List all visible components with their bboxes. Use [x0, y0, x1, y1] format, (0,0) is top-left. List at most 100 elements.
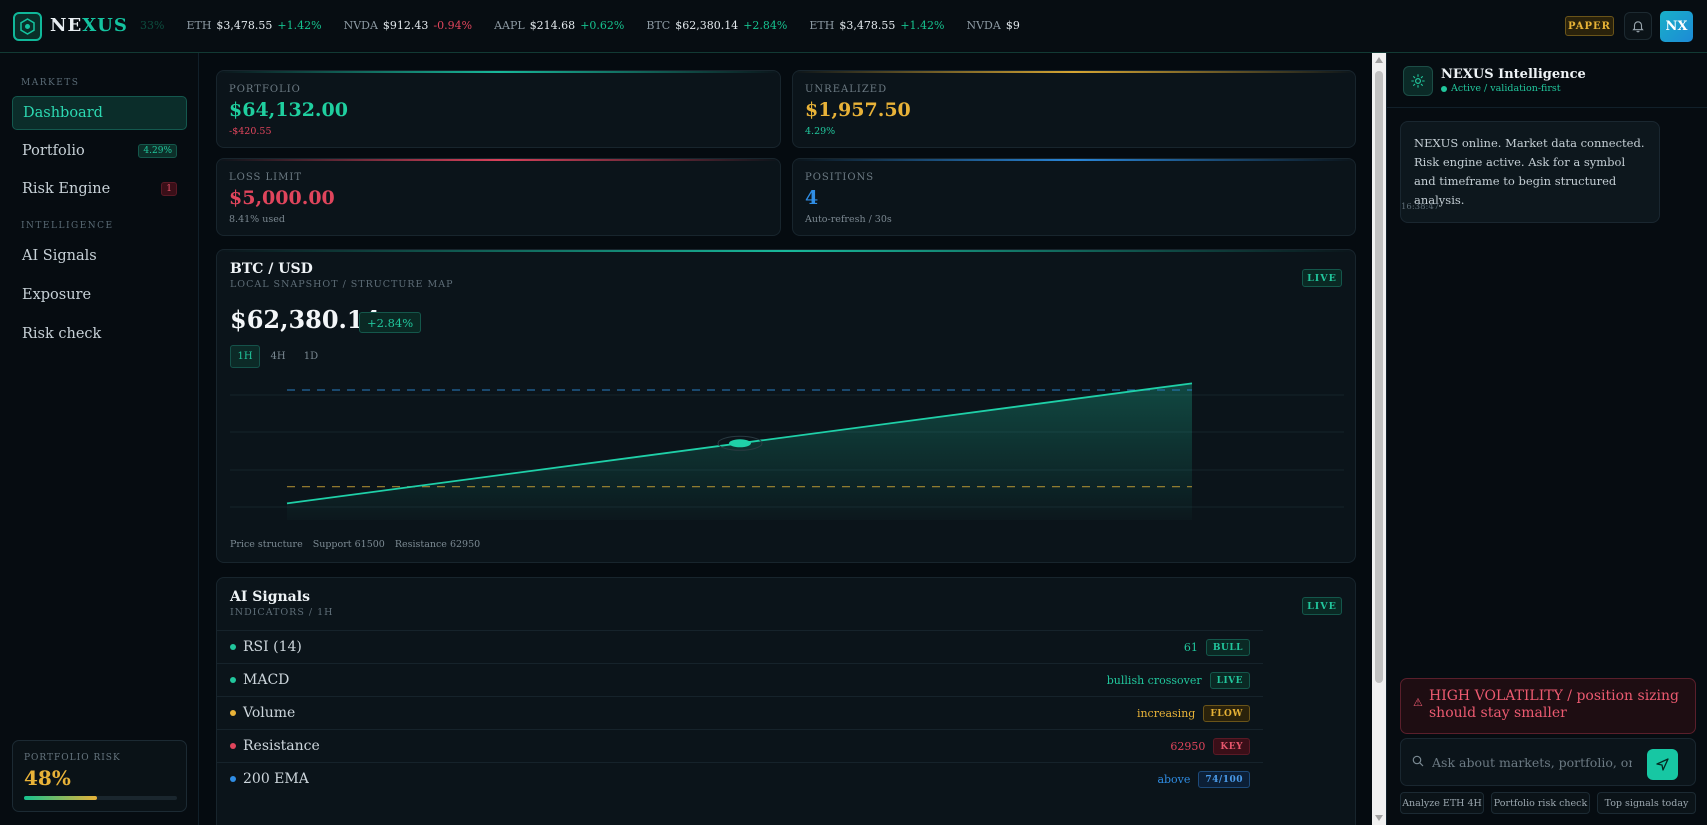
- signal-row[interactable]: Resistance 62950 KEY: [217, 729, 1263, 762]
- ticker-price: $3,478.55: [216, 19, 273, 32]
- sidebar: MARKETS Dashboard Portfolio 4.29% Risk E…: [0, 53, 199, 825]
- signal-name: 200 EMA: [243, 771, 309, 787]
- status-dot-icon: [1441, 85, 1447, 92]
- timeframe-1d[interactable]: 1D: [296, 345, 326, 368]
- ticker-item[interactable]: AAPL $214.68 +0.62%: [494, 19, 624, 32]
- volatility-warning: ⚠ HIGH VOLATILITY / position sizing shou…: [1400, 678, 1696, 734]
- sidebar-item-risk-check[interactable]: Risk check: [12, 317, 187, 351]
- ticker-change: +1.42%: [277, 19, 322, 32]
- signals-title: AI Signals: [230, 589, 310, 605]
- signal-row[interactable]: Volume increasing FLOW: [217, 696, 1263, 729]
- signal-row[interactable]: 200 EMA above 74/100: [217, 762, 1263, 795]
- positions-value: 4: [805, 187, 819, 209]
- ticker-symbol: ETH: [809, 19, 835, 32]
- scroll-thumb[interactable]: [1375, 71, 1383, 683]
- ticker-item[interactable]: BTC $62,380.14 +2.84%: [646, 19, 787, 32]
- ticker-item[interactable]: 33%: [140, 19, 164, 32]
- unrealized-card: UNREALIZED $1,957.50 4.29%: [792, 70, 1356, 148]
- sidebar-item-portfolio[interactable]: Portfolio 4.29%: [12, 134, 187, 168]
- signal-value: 61: [1183, 641, 1198, 654]
- price-structure-chart: [230, 382, 1344, 520]
- sidebar-item-label: Risk Engine: [22, 181, 111, 197]
- signal-value: bullish crossover: [1106, 674, 1202, 687]
- signal-badge: 74/100: [1198, 771, 1250, 788]
- assistant-status: Active / validation-first: [1441, 83, 1561, 94]
- portfolio-change-badge: 4.29%: [138, 144, 177, 158]
- ticker-change: -0.94%: [433, 19, 473, 32]
- signal-row[interactable]: RSI (14) 61 BULL: [217, 630, 1263, 663]
- ticker-symbol: NVDA: [343, 19, 378, 32]
- sidebar-item-label: Dashboard: [23, 105, 103, 121]
- warning-icon: ⚠: [1413, 696, 1423, 709]
- ticker-change: +1.42%: [900, 19, 945, 32]
- signal-name: MACD: [243, 672, 290, 688]
- ticker-item[interactable]: NVDA$912.43-0.94%: [966, 19, 1020, 32]
- top-bar: NEXUS 33% ETH $3,478.55 +1.42% NVDA $912.43 -0…: [0, 0, 1707, 53]
- signal-dot-icon: [230, 743, 236, 749]
- portfolio-change: -$420.55: [229, 126, 272, 137]
- signal-value: above: [1157, 773, 1191, 786]
- search-icon: [1412, 755, 1424, 767]
- sidebar-item-risk-engine[interactable]: Risk Engine 1: [12, 172, 187, 206]
- sidebar-item-dashboard[interactable]: Dashboard: [12, 96, 187, 130]
- ticker-price: $3,478.55: [839, 19, 896, 32]
- chart-title: BTC / USD: [230, 261, 313, 277]
- bell-icon[interactable]: [1624, 12, 1652, 40]
- send-button[interactable]: [1647, 749, 1678, 780]
- signal-value: 62950: [1170, 740, 1206, 753]
- assistant-panel: NEXUS Intelligence Active / validation-f…: [1386, 53, 1707, 825]
- assistant-header: NEXUS Intelligence Active / validation-f…: [1387, 53, 1707, 108]
- chip-top-signals[interactable]: Top signals today: [1597, 792, 1696, 814]
- positions-card: POSITIONS 4 Auto-refresh / 30s: [792, 158, 1356, 236]
- signal-badge: BULL: [1205, 639, 1250, 656]
- chat-input-box: [1400, 738, 1696, 786]
- sidebar-section-markets: MARKETS: [21, 78, 80, 88]
- ticker-symbol: NVDA: [966, 19, 1001, 32]
- signal-row[interactable]: MACD bullish crossover LIVE: [217, 663, 1263, 696]
- scroll-up-arrow[interactable]: [1375, 57, 1383, 63]
- chart-footer-label: Price structure: [230, 539, 303, 550]
- chip-portfolio-risk-check[interactable]: Portfolio risk check: [1491, 792, 1590, 814]
- positions-label: POSITIONS: [805, 172, 875, 183]
- sun-icon: [1403, 66, 1433, 96]
- timeframe-1h[interactable]: 1H: [230, 345, 260, 368]
- chart-footer: Price structure Support 61500 Resistance…: [230, 539, 480, 550]
- btc-change-badge: +2.84%: [359, 312, 422, 333]
- price-area: [287, 383, 1192, 520]
- signal-name: Volume: [243, 705, 296, 721]
- ticker-change: 33%: [140, 19, 165, 32]
- signal-dot-icon: [230, 776, 236, 782]
- ticker-price: $912.43: [1005, 19, 1020, 32]
- portfolio-risk-bar: [24, 796, 177, 800]
- message-timestamp: 16:38:47: [1401, 202, 1440, 212]
- current-price-marker: [729, 439, 751, 448]
- portfolio-risk-card: PORTFOLIO RISK 48%: [12, 740, 187, 812]
- main-scrollbar[interactable]: [1372, 53, 1386, 825]
- portfolio-card: PORTFOLIO $64,132.00 -$420.55: [216, 70, 781, 148]
- brand-name: NEXUS: [50, 15, 128, 36]
- chart-live-badge: LIVE: [1302, 269, 1342, 287]
- signal-dot-icon: [230, 677, 236, 683]
- ticker-item[interactable]: ETH $3,478.55 +1.42%: [186, 19, 321, 32]
- paper-mode-badge[interactable]: PAPER: [1565, 16, 1614, 36]
- signal-badge: KEY: [1213, 738, 1250, 755]
- volatility-warning-text: HIGH VOLATILITY / position sizing should…: [1429, 688, 1680, 721]
- portfolio-value: $64,132.00: [229, 99, 348, 121]
- ticker-symbol: ETH: [186, 19, 212, 32]
- sidebar-item-ai-signals[interactable]: AI Signals: [12, 239, 187, 273]
- chart-subtitle: LOCAL SNAPSHOT / STRUCTURE MAP: [230, 279, 454, 290]
- sidebar-item-exposure[interactable]: Exposure: [12, 278, 187, 312]
- auto-refresh-text: Auto-refresh / 30s: [805, 214, 892, 225]
- ticker-item[interactable]: NVDA$912.43-0.94%: [344, 19, 473, 32]
- unrealized-label: UNREALIZED: [805, 84, 888, 95]
- avatar[interactable]: NX: [1660, 11, 1693, 42]
- signal-badge: LIVE: [1209, 672, 1250, 689]
- ticker-price: $214.68: [529, 19, 576, 32]
- signal-badge: FLOW: [1203, 705, 1250, 722]
- scroll-down-arrow[interactable]: [1375, 815, 1383, 821]
- chat-input[interactable]: [1432, 752, 1632, 772]
- ticker-item[interactable]: ETH $3,478.55 +1.42%: [809, 19, 944, 32]
- ticker-price: $62,380.14: [675, 19, 739, 32]
- chip-analyze-eth[interactable]: Analyze ETH 4H: [1400, 792, 1484, 814]
- timeframe-4h[interactable]: 4H: [263, 345, 293, 368]
